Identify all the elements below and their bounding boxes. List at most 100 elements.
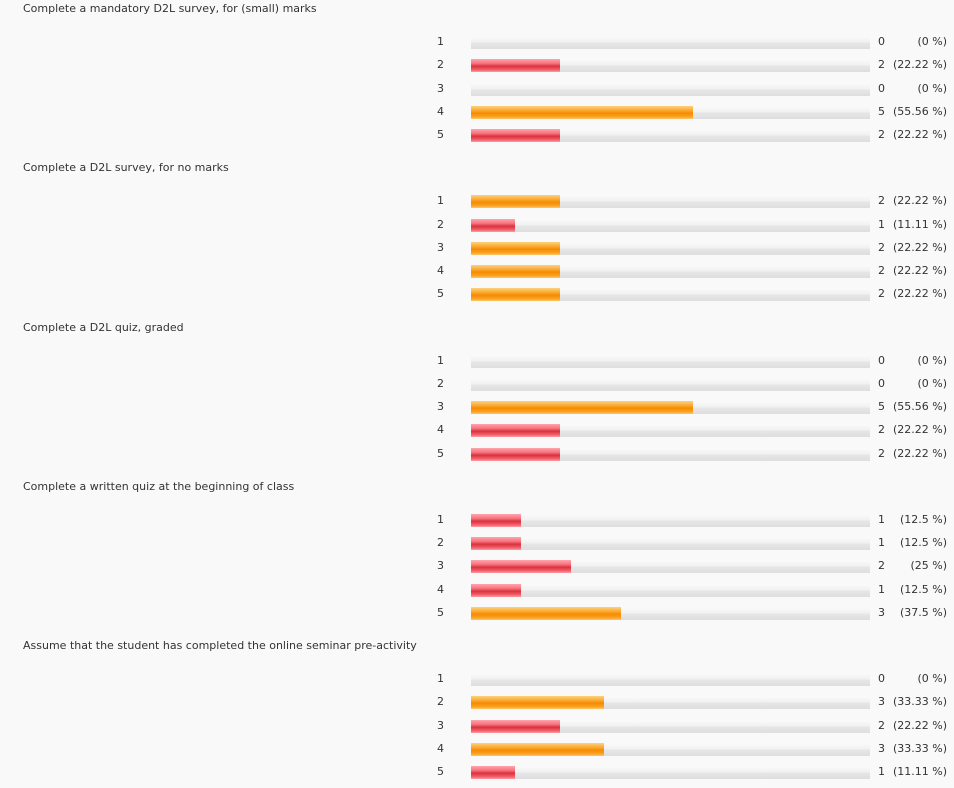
- bar-track: [471, 742, 870, 756]
- response-count: 0: [878, 81, 885, 95]
- answer-label: 2: [437, 217, 444, 231]
- response-percent: (55.56 %): [892, 104, 947, 118]
- answer-label: 4: [437, 264, 444, 278]
- response-percent: (0 %): [917, 81, 947, 95]
- answer-label: 4: [437, 423, 444, 437]
- response-percent: (12.5 %): [899, 582, 947, 596]
- response-percent: (22.22 %): [892, 446, 947, 460]
- bar-track: [471, 265, 870, 279]
- bar-track: [471, 583, 870, 597]
- response-count: 0: [878, 353, 885, 367]
- bar-track: [471, 606, 870, 620]
- bar: [471, 129, 560, 143]
- response-percent: (12.5 %): [899, 536, 947, 550]
- bar-track: [471, 354, 870, 368]
- answer-row: 2 2 (22.22 %): [0, 56, 954, 74]
- answer-label: 3: [437, 81, 444, 95]
- answer-label: 3: [437, 240, 444, 254]
- response-percent: (22.22 %): [892, 718, 947, 732]
- response-percent: (55.56 %): [892, 400, 947, 414]
- bar-track: [471, 36, 870, 49]
- bar-track: [471, 424, 870, 438]
- response-count: 1: [878, 765, 885, 779]
- response-percent: (22.22 %): [892, 240, 947, 254]
- answer-row: 1 0 (0 %): [0, 33, 954, 51]
- bar-track: [471, 401, 870, 415]
- response-count: 2: [878, 446, 885, 460]
- response-count: 5: [878, 400, 885, 414]
- question-title: Complete a written quiz at the beginning…: [23, 479, 295, 493]
- bar-track: [471, 560, 870, 574]
- answer-label: 5: [437, 605, 444, 619]
- response-count: 2: [878, 423, 885, 437]
- bar-track: [471, 82, 870, 96]
- response-count: 2: [878, 287, 885, 301]
- bar: [471, 265, 560, 279]
- bar: [471, 424, 560, 438]
- answer-row: 3 0 (0 %): [0, 80, 954, 98]
- response-percent: (33.33 %): [892, 695, 947, 709]
- answer-row: 4 5 (55.56 %): [0, 103, 954, 121]
- bar-track: [471, 696, 870, 710]
- answer-label: 3: [437, 400, 444, 414]
- bar-track: [471, 218, 870, 232]
- response-percent: (0 %): [917, 672, 947, 685]
- response-percent: (0 %): [917, 35, 947, 48]
- bar: [471, 288, 560, 302]
- bar: [471, 560, 571, 574]
- answer-label: 5: [437, 128, 444, 142]
- question-title: Complete a mandatory D2L survey, for (sm…: [23, 2, 317, 15]
- bar: [471, 606, 621, 620]
- survey-results: Complete a mandatory D2L survey, for (sm…: [0, 0, 954, 788]
- answer-row: 2 3 (33.33 %): [0, 693, 954, 711]
- response-percent: (0 %): [917, 353, 947, 367]
- answer-row: 1 0 (0 %): [0, 670, 954, 688]
- response-count: 2: [878, 718, 885, 732]
- bar: [471, 105, 693, 119]
- response-count: 0: [878, 35, 885, 48]
- answer-row: 2 1 (12.5 %): [0, 534, 954, 552]
- answer-row: 5 1 (11.11 %): [0, 763, 954, 781]
- answer-row: 3 2 (25 %): [0, 557, 954, 575]
- response-percent: (0 %): [917, 376, 947, 390]
- bar-track: [471, 447, 870, 461]
- response-count: 3: [878, 695, 885, 709]
- question-title: Assume that the student has completed th…: [23, 639, 417, 652]
- answer-label: 5: [437, 287, 444, 301]
- bar: [471, 766, 515, 780]
- bar-track: [471, 719, 870, 733]
- answer-label: 1: [437, 672, 444, 685]
- bar: [471, 241, 560, 255]
- answer-row: 4 2 (22.22 %): [0, 421, 954, 439]
- response-percent: (22.22 %): [892, 194, 947, 208]
- response-count: 2: [878, 128, 885, 142]
- bar-track: [471, 766, 870, 780]
- response-percent: (22.22 %): [892, 58, 947, 72]
- bar-track: [471, 288, 870, 302]
- bar: [471, 447, 560, 461]
- response-count: 2: [878, 58, 885, 72]
- answer-label: 4: [437, 741, 444, 755]
- response-count: 3: [878, 605, 885, 619]
- answer-label: 4: [437, 104, 444, 118]
- answer-row: 5 2 (22.22 %): [0, 285, 954, 303]
- bar: [471, 401, 693, 415]
- response-count: 2: [878, 194, 885, 208]
- bar-track: [471, 241, 870, 255]
- response-count: 1: [878, 512, 885, 526]
- answer-label: 2: [437, 536, 444, 550]
- response-count: 2: [878, 240, 885, 254]
- response-percent: (25 %): [910, 559, 947, 573]
- bar: [471, 59, 560, 73]
- bar-track: [471, 129, 870, 143]
- answer-row: 4 2 (22.22 %): [0, 262, 954, 280]
- response-count: 0: [878, 672, 885, 685]
- answer-label: 4: [437, 582, 444, 596]
- answer-label: 1: [437, 512, 444, 526]
- response-count: 5: [878, 104, 885, 118]
- response-count: 1: [878, 217, 885, 231]
- response-percent: (22.22 %): [892, 128, 947, 142]
- response-count: 3: [878, 741, 885, 755]
- answer-row: 2 0 (0 %): [0, 375, 954, 393]
- bar: [471, 742, 604, 756]
